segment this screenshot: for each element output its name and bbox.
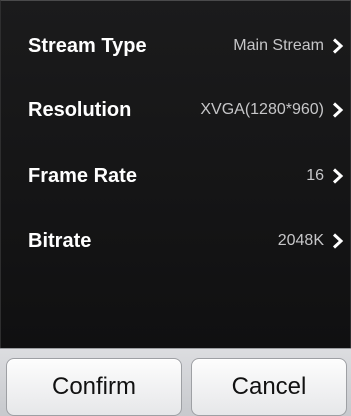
chevron-right-icon — [330, 38, 346, 54]
bitrate-row[interactable]: Bitrate 2048K — [1, 221, 351, 261]
chevron-right-icon — [330, 233, 346, 249]
resolution-value: XVGA(1280*960) — [200, 101, 324, 118]
frame-rate-label: Frame Rate — [28, 165, 137, 187]
bitrate-value: 2048K — [277, 232, 324, 249]
resolution-row[interactable]: Resolution XVGA(1280*960) — [1, 90, 351, 130]
chevron-right-icon — [330, 168, 346, 184]
cancel-button[interactable]: Cancel — [191, 358, 347, 416]
frame-rate-row[interactable]: Frame Rate 16 — [1, 156, 351, 196]
stream-settings-sheet: Stream Type Main Stream Resolution XVGA(… — [0, 0, 351, 416]
confirm-button[interactable]: Confirm — [6, 358, 182, 416]
chevron-right-icon — [330, 102, 346, 118]
settings-panel: Stream Type Main Stream Resolution XVGA(… — [0, 0, 351, 348]
stream-type-value: Main Stream — [233, 37, 324, 54]
stream-type-row[interactable]: Stream Type Main Stream — [1, 26, 351, 66]
resolution-label: Resolution — [28, 99, 132, 121]
action-bar: Confirm Cancel — [0, 348, 351, 416]
frame-rate-value: 16 — [306, 167, 324, 184]
stream-type-label: Stream Type — [28, 35, 147, 57]
bitrate-label: Bitrate — [28, 230, 92, 252]
